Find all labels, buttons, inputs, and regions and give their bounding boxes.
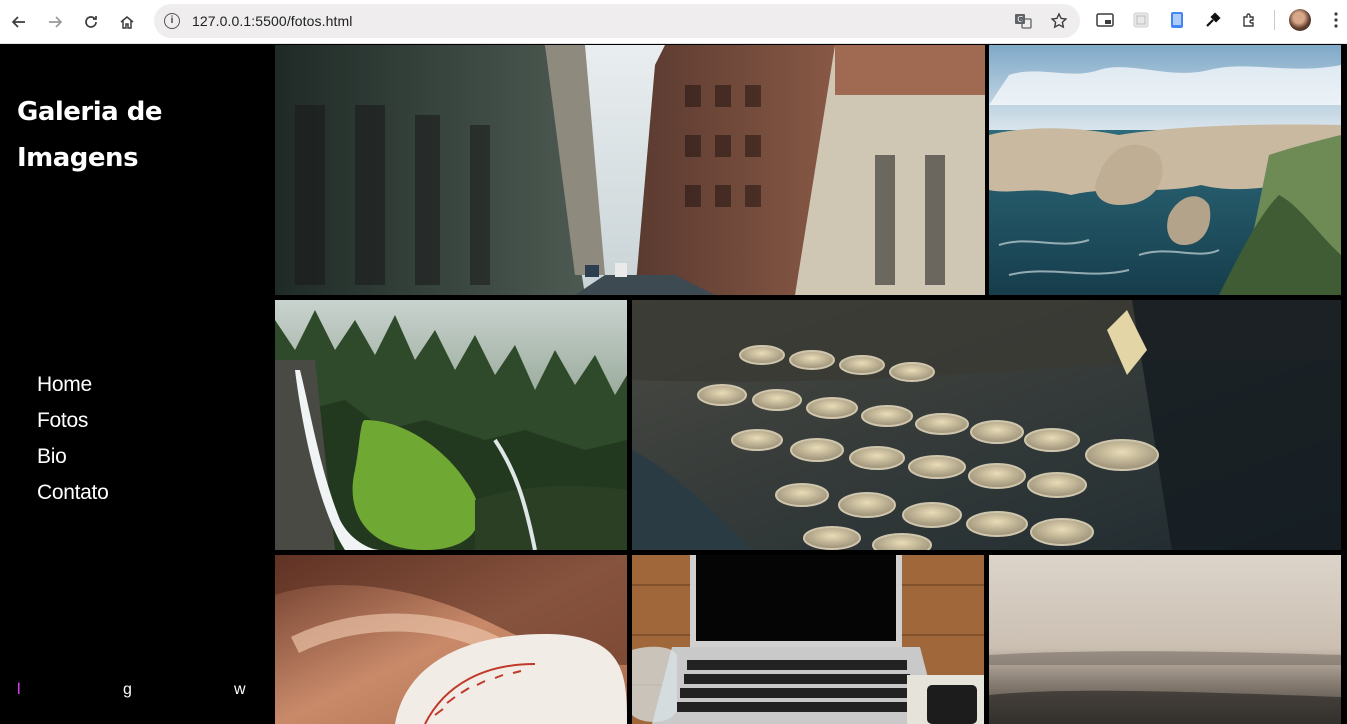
ocean-cliffs-photo[interactable]	[989, 45, 1341, 295]
url-text[interactable]: 127.0.0.1:5500/fotos.html	[192, 13, 353, 29]
page-body: Galeria de Imagens Home Fotos Bio Contat…	[0, 45, 1347, 724]
toolbar-separator	[1274, 10, 1275, 30]
sidebar: Galeria de Imagens Home Fotos Bio Contat…	[0, 45, 275, 724]
baseball-glove-photo[interactable]	[275, 555, 627, 724]
social-links: l g w	[17, 681, 257, 705]
foggy-sea-photo[interactable]	[989, 555, 1341, 724]
social-link-w[interactable]: w	[234, 681, 246, 699]
extension-icon[interactable]	[1130, 9, 1152, 31]
picture-in-picture-icon[interactable]	[1094, 9, 1116, 31]
social-link-g[interactable]: g	[123, 681, 132, 699]
back-icon[interactable]	[1, 4, 37, 40]
reload-icon[interactable]	[73, 4, 109, 40]
site-info-icon[interactable]: i	[164, 13, 180, 29]
menu-item-fotos[interactable]: Fotos	[37, 403, 108, 439]
address-bar[interactable]: i 127.0.0.1:5500/fotos.html G	[154, 4, 1080, 38]
extension-icon[interactable]	[1166, 9, 1188, 31]
more-menu-icon[interactable]	[1325, 9, 1347, 31]
social-link-l[interactable]: l	[17, 681, 21, 699]
bookmark-star-icon[interactable]	[1048, 10, 1070, 32]
menu-item-home[interactable]: Home	[37, 367, 108, 403]
menu-item-contato[interactable]: Contato	[37, 475, 109, 511]
photo-gallery	[275, 45, 1347, 724]
site-title: Galeria de Imagens	[17, 97, 163, 173]
city-street-photo[interactable]	[275, 45, 985, 295]
profile-avatar[interactable]	[1289, 9, 1311, 31]
laptop-desk-photo[interactable]	[632, 555, 984, 724]
forward-icon[interactable]	[37, 4, 73, 40]
waterfall-forest-photo[interactable]	[275, 300, 627, 550]
extensions-puzzle-icon[interactable]	[1238, 9, 1260, 31]
eyedropper-icon[interactable]	[1202, 9, 1224, 31]
browser-toolbar: i 127.0.0.1:5500/fotos.html G	[0, 0, 1347, 44]
home-icon[interactable]	[109, 4, 145, 40]
menu-item-bio[interactable]: Bio	[37, 439, 108, 475]
translate-icon[interactable]: G	[1012, 10, 1034, 32]
typewriter-photo[interactable]	[632, 300, 1341, 550]
main-menu: Home Fotos Bio Contato	[37, 367, 109, 511]
